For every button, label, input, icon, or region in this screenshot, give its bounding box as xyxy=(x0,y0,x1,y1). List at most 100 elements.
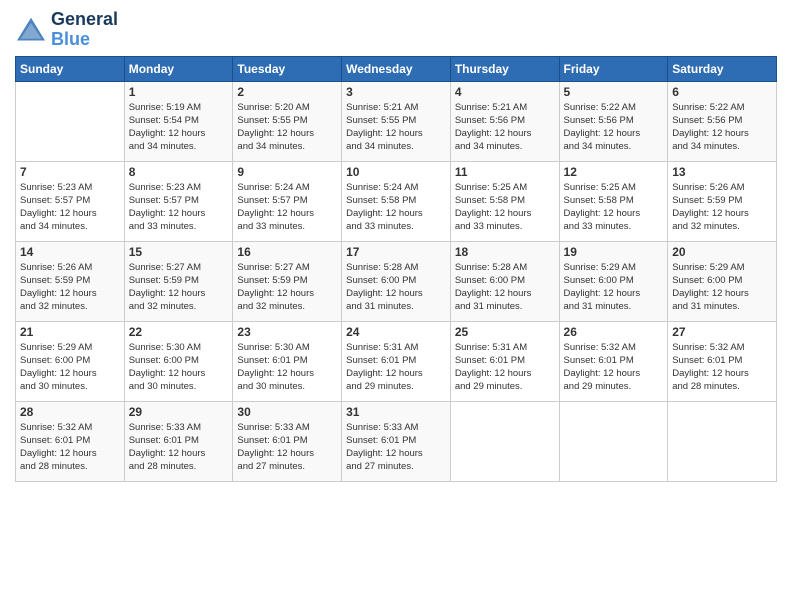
calendar-week: 7 Sunrise: 5:23 AMSunset: 5:57 PMDaylight… xyxy=(16,161,777,241)
day-info: Sunrise: 5:30 AMSunset: 6:01 PMDaylight:… xyxy=(237,341,337,394)
day-header: Wednesday xyxy=(342,56,451,81)
header: General Blue xyxy=(15,10,777,50)
day-number: 19 xyxy=(564,245,664,259)
day-number: 18 xyxy=(455,245,555,259)
day-number: 14 xyxy=(20,245,120,259)
calendar-cell: 16 Sunrise: 5:27 AMSunset: 5:59 PMDayligh… xyxy=(233,241,342,321)
logo-icon xyxy=(15,16,47,44)
calendar-cell: 3Sunrise: 5:21 AMSunset: 5:55 PMDaylight… xyxy=(342,81,451,161)
day-number: 23 xyxy=(237,325,337,339)
day-number: 7 xyxy=(20,165,120,179)
day-info: Sunrise: 5:30 AMSunset: 6:00 PMDaylight:… xyxy=(129,341,229,394)
day-number: 20 xyxy=(672,245,772,259)
day-number: 10 xyxy=(346,165,446,179)
day-number: 11 xyxy=(455,165,555,179)
calendar-cell xyxy=(668,401,777,481)
calendar-cell: 15 Sunrise: 5:27 AMSunset: 5:59 PMDayligh… xyxy=(124,241,233,321)
day-number: 24 xyxy=(346,325,446,339)
calendar-cell: 30Sunrise: 5:33 AMSunset: 6:01 PMDayligh… xyxy=(233,401,342,481)
calendar-cell: 14 Sunrise: 5:26 AMSunset: 5:59 PMDayligh… xyxy=(16,241,125,321)
day-info: Sunrise: 5:27 AMSunset: 5:59 PMDaylight:… xyxy=(237,261,337,314)
day-number: 13 xyxy=(672,165,772,179)
calendar-cell: 7 Sunrise: 5:23 AMSunset: 5:57 PMDaylight… xyxy=(16,161,125,241)
day-info: Sunrise: 5:26 AMSunset: 5:59 PMDaylight:… xyxy=(20,261,120,314)
calendar-cell: 21Sunrise: 5:29 AMSunset: 6:00 PMDayligh… xyxy=(16,321,125,401)
calendar-cell: 28Sunrise: 5:32 AMSunset: 6:01 PMDayligh… xyxy=(16,401,125,481)
day-info: Sunrise: 5:22 AMSunset: 5:56 PMDaylight:… xyxy=(672,101,772,154)
day-info: Sunrise: 5:25 AMSunset: 5:58 PMDaylight:… xyxy=(455,181,555,234)
calendar-cell: 1 Sunrise: 5:19 AMSunset: 5:54 PMDaylight… xyxy=(124,81,233,161)
day-info: Sunrise: 5:24 AMSunset: 5:57 PMDaylight:… xyxy=(237,181,337,234)
day-header: Tuesday xyxy=(233,56,342,81)
day-number: 27 xyxy=(672,325,772,339)
calendar-cell: 17 Sunrise: 5:28 AMSunset: 6:00 PMDayligh… xyxy=(342,241,451,321)
calendar-week: 14 Sunrise: 5:26 AMSunset: 5:59 PMDayligh… xyxy=(16,241,777,321)
day-number: 22 xyxy=(129,325,229,339)
day-info: Sunrise: 5:24 AMSunset: 5:58 PMDaylight:… xyxy=(346,181,446,234)
calendar-cell: 9 Sunrise: 5:24 AMSunset: 5:57 PMDaylight… xyxy=(233,161,342,241)
day-info: Sunrise: 5:26 AMSunset: 5:59 PMDaylight:… xyxy=(672,181,772,234)
day-info: Sunrise: 5:25 AMSunset: 5:58 PMDaylight:… xyxy=(564,181,664,234)
day-number: 1 xyxy=(129,85,229,99)
calendar-cell: 22 Sunrise: 5:30 AMSunset: 6:00 PMDayligh… xyxy=(124,321,233,401)
day-number: 16 xyxy=(237,245,337,259)
day-number: 9 xyxy=(237,165,337,179)
calendar-cell: 25 Sunrise: 5:31 AMSunset: 6:01 PMDayligh… xyxy=(450,321,559,401)
day-number: 15 xyxy=(129,245,229,259)
day-info: Sunrise: 5:21 AMSunset: 5:55 PMDaylight:… xyxy=(346,101,446,154)
day-info: Sunrise: 5:21 AMSunset: 5:56 PMDaylight:… xyxy=(455,101,555,154)
calendar-cell: 12Sunrise: 5:25 AMSunset: 5:58 PMDayligh… xyxy=(559,161,668,241)
calendar-week: 21Sunrise: 5:29 AMSunset: 6:00 PMDayligh… xyxy=(16,321,777,401)
day-info: Sunrise: 5:32 AMSunset: 6:01 PMDaylight:… xyxy=(672,341,772,394)
calendar-week: 1 Sunrise: 5:19 AMSunset: 5:54 PMDaylight… xyxy=(16,81,777,161)
day-info: Sunrise: 5:23 AMSunset: 5:57 PMDaylight:… xyxy=(129,181,229,234)
calendar-cell xyxy=(16,81,125,161)
calendar-cell: 5Sunrise: 5:22 AMSunset: 5:56 PMDaylight… xyxy=(559,81,668,161)
day-number: 17 xyxy=(346,245,446,259)
day-header: Thursday xyxy=(450,56,559,81)
calendar-cell: 23 Sunrise: 5:30 AMSunset: 6:01 PMDayligh… xyxy=(233,321,342,401)
day-info: Sunrise: 5:28 AMSunset: 6:00 PMDaylight:… xyxy=(346,261,446,314)
calendar-cell: 11 Sunrise: 5:25 AMSunset: 5:58 PMDayligh… xyxy=(450,161,559,241)
day-header: Friday xyxy=(559,56,668,81)
day-info: Sunrise: 5:29 AMSunset: 6:00 PMDaylight:… xyxy=(672,261,772,314)
day-info: Sunrise: 5:33 AMSunset: 6:01 PMDaylight:… xyxy=(129,421,229,474)
day-info: Sunrise: 5:33 AMSunset: 6:01 PMDaylight:… xyxy=(346,421,446,474)
calendar-cell: 18 Sunrise: 5:28 AMSunset: 6:00 PMDayligh… xyxy=(450,241,559,321)
calendar-cell xyxy=(450,401,559,481)
calendar-cell: 6 Sunrise: 5:22 AMSunset: 5:56 PMDaylight… xyxy=(668,81,777,161)
calendar-cell: 24Sunrise: 5:31 AMSunset: 6:01 PMDayligh… xyxy=(342,321,451,401)
calendar-cell: 13 Sunrise: 5:26 AMSunset: 5:59 PMDayligh… xyxy=(668,161,777,241)
day-number: 25 xyxy=(455,325,555,339)
day-info: Sunrise: 5:31 AMSunset: 6:01 PMDaylight:… xyxy=(455,341,555,394)
calendar-cell: 19 Sunrise: 5:29 AMSunset: 6:00 PMDayligh… xyxy=(559,241,668,321)
day-header: Saturday xyxy=(668,56,777,81)
calendar-cell: 26Sunrise: 5:32 AMSunset: 6:01 PMDayligh… xyxy=(559,321,668,401)
day-info: Sunrise: 5:19 AMSunset: 5:54 PMDaylight:… xyxy=(129,101,229,154)
day-info: Sunrise: 5:29 AMSunset: 6:00 PMDaylight:… xyxy=(20,341,120,394)
logo-text: General Blue xyxy=(51,10,118,50)
day-info: Sunrise: 5:29 AMSunset: 6:00 PMDaylight:… xyxy=(564,261,664,314)
day-info: Sunrise: 5:22 AMSunset: 5:56 PMDaylight:… xyxy=(564,101,664,154)
day-info: Sunrise: 5:28 AMSunset: 6:00 PMDaylight:… xyxy=(455,261,555,314)
calendar-cell: 10 Sunrise: 5:24 AMSunset: 5:58 PMDayligh… xyxy=(342,161,451,241)
calendar-table: SundayMondayTuesdayWednesdayThursdayFrid… xyxy=(15,56,777,482)
calendar-week: 28Sunrise: 5:32 AMSunset: 6:01 PMDayligh… xyxy=(16,401,777,481)
calendar-cell: 8Sunrise: 5:23 AMSunset: 5:57 PMDaylight… xyxy=(124,161,233,241)
day-info: Sunrise: 5:23 AMSunset: 5:57 PMDaylight:… xyxy=(20,181,120,234)
day-number: 4 xyxy=(455,85,555,99)
day-number: 29 xyxy=(129,405,229,419)
day-info: Sunrise: 5:33 AMSunset: 6:01 PMDaylight:… xyxy=(237,421,337,474)
logo: General Blue xyxy=(15,10,118,50)
day-info: Sunrise: 5:27 AMSunset: 5:59 PMDaylight:… xyxy=(129,261,229,314)
calendar-cell: 2Sunrise: 5:20 AMSunset: 5:55 PMDaylight… xyxy=(233,81,342,161)
day-number: 6 xyxy=(672,85,772,99)
day-header: Sunday xyxy=(16,56,125,81)
calendar-cell: 27 Sunrise: 5:32 AMSunset: 6:01 PMDayligh… xyxy=(668,321,777,401)
calendar-cell: 29 Sunrise: 5:33 AMSunset: 6:01 PMDayligh… xyxy=(124,401,233,481)
day-number: 2 xyxy=(237,85,337,99)
calendar-cell xyxy=(559,401,668,481)
calendar-header: SundayMondayTuesdayWednesdayThursdayFrid… xyxy=(16,56,777,81)
day-header: Monday xyxy=(124,56,233,81)
calendar-cell: 20 Sunrise: 5:29 AMSunset: 6:00 PMDayligh… xyxy=(668,241,777,321)
